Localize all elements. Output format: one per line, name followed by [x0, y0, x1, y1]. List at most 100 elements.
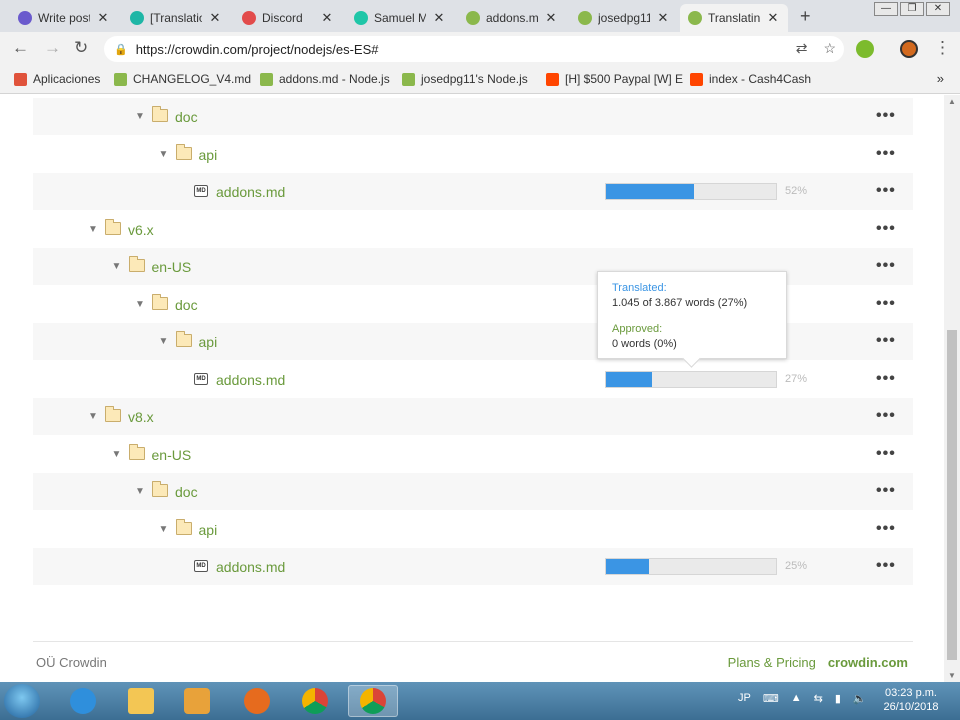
volume-icon[interactable]: 🔈 [853, 692, 867, 705]
folder-row[interactable]: ▼ v8.x ••• [33, 398, 913, 435]
folder-name[interactable]: doc [175, 484, 198, 500]
scroll-down-icon[interactable]: ▼ [948, 671, 956, 680]
folder-name[interactable]: api [199, 147, 218, 163]
start-button[interactable] [4, 684, 40, 718]
taskbar-explorer[interactable] [116, 685, 166, 717]
bookmark-item[interactable]: index - Cash4Cash [690, 72, 811, 86]
more-options-icon[interactable]: ••• [876, 220, 896, 238]
folder-name[interactable]: v6.x [128, 222, 154, 238]
folder-row[interactable]: ▼ doc ••• [33, 98, 913, 135]
scroll-up-icon[interactable]: ▲ [948, 97, 956, 106]
tab-close-icon[interactable]: ✕ [208, 10, 222, 26]
translation-progress-bar[interactable] [605, 558, 777, 575]
file-name[interactable]: addons.md [216, 559, 285, 575]
browser-tab[interactable]: josedpg11 ✕ [570, 4, 678, 32]
folder-name[interactable]: api [199, 334, 218, 350]
bookmark-star-icon[interactable]: ☆ [823, 40, 836, 57]
folder-row[interactable]: ▼ api ••• [33, 511, 913, 548]
expand-arrow-icon[interactable]: ▼ [88, 411, 98, 422]
expand-arrow-icon[interactable]: ▼ [112, 449, 122, 460]
expand-arrow-icon[interactable]: ▼ [135, 299, 145, 310]
tab-close-icon[interactable]: ✕ [320, 10, 334, 26]
more-options-icon[interactable]: ••• [876, 520, 896, 538]
bookmark-item[interactable]: josedpg11's Node.js [402, 72, 528, 86]
folder-name[interactable]: en-US [152, 259, 192, 275]
browser-tab[interactable]: Samuel M ✕ [346, 4, 454, 32]
menu-icon[interactable]: ⋮ [934, 38, 951, 58]
browser-tab[interactable]: [Translatio ✕ [122, 4, 230, 32]
bookmark-item[interactable]: [H] $500 Paypal [W] E [546, 72, 683, 86]
crowdin-brand-link[interactable]: crowdin.com [828, 655, 908, 670]
more-options-icon[interactable]: ••• [876, 482, 896, 500]
signal-icon[interactable]: ▮ [835, 692, 841, 705]
chevron-more-icon[interactable]: » [937, 71, 944, 86]
more-options-icon[interactable]: ••• [876, 557, 896, 575]
browser-tab[interactable]: Write post ✕ [10, 4, 118, 32]
language-indicator[interactable]: JP [738, 692, 751, 705]
browser-tab[interactable]: Discord ✕ [234, 4, 342, 32]
folder-row[interactable]: ▼ api ••• [33, 136, 913, 173]
new-tab-button[interactable]: + [800, 6, 811, 27]
taskbar-media[interactable] [172, 685, 222, 717]
taskbar-firefox[interactable] [232, 685, 282, 717]
expand-arrow-icon[interactable]: ▼ [135, 111, 145, 122]
network-transfer-icon[interactable]: ⇆ [814, 692, 823, 705]
folder-name[interactable]: v8.x [128, 409, 154, 425]
more-options-icon[interactable]: ••• [876, 370, 896, 388]
taskbar-ie[interactable] [58, 685, 108, 717]
minimize-button[interactable]: — [874, 2, 898, 16]
taskbar-clock[interactable]: 03:23 p.m. 26/10/2018 [880, 686, 942, 714]
profile-avatar[interactable] [900, 40, 918, 58]
file-name[interactable]: addons.md [216, 372, 285, 388]
tab-close-icon[interactable]: ✕ [96, 10, 110, 26]
more-options-icon[interactable]: ••• [876, 257, 896, 275]
taskbar-chrome-active[interactable] [348, 685, 398, 717]
expand-arrow-icon[interactable]: ▼ [159, 524, 169, 535]
tab-close-icon[interactable]: ✕ [432, 10, 446, 26]
more-options-icon[interactable]: ••• [876, 295, 896, 313]
expand-arrow-icon[interactable]: ▼ [159, 149, 169, 160]
translate-icon[interactable]: ⇄ [796, 40, 808, 57]
address-bar[interactable]: 🔒 https://crowdin.com/project/nodejs/es-… [104, 36, 844, 62]
bookmark-item[interactable]: CHANGELOG_V4.md [114, 72, 251, 86]
file-row[interactable]: MD addons.md 52% ••• [33, 173, 913, 210]
scrollbar-thumb[interactable] [947, 330, 957, 660]
translation-progress-bar[interactable] [605, 370, 777, 388]
expand-arrow-icon[interactable]: ▼ [112, 261, 122, 272]
extension-icon[interactable] [856, 40, 874, 58]
folder-name[interactable]: doc [175, 297, 198, 313]
folder-row[interactable]: ▼ en-US ••• [33, 436, 913, 473]
expand-arrow-icon[interactable]: ▼ [135, 486, 145, 497]
more-options-icon[interactable]: ••• [876, 107, 896, 125]
tab-close-icon[interactable]: ✕ [766, 10, 780, 26]
tray-expand-icon[interactable]: ▲ [791, 692, 802, 705]
folder-name[interactable]: api [199, 522, 218, 538]
tab-close-icon[interactable]: ✕ [544, 10, 558, 26]
folder-name[interactable]: en-US [152, 447, 192, 463]
more-options-icon[interactable]: ••• [876, 332, 896, 350]
folder-row[interactable]: ▼ doc ••• [33, 473, 913, 510]
back-arrow-icon[interactable]: ← [12, 38, 29, 58]
maximize-button[interactable]: ❐ [900, 2, 924, 16]
file-name[interactable]: addons.md [216, 184, 285, 200]
bookmark-item[interactable]: Aplicaciones [14, 72, 100, 86]
close-window-button[interactable]: ✕ [926, 2, 950, 16]
taskbar-chrome[interactable] [290, 685, 340, 717]
browser-tab[interactable]: Translatin ✕ [680, 4, 788, 32]
file-row[interactable]: MD addons.md 27% ••• [33, 361, 913, 398]
forward-arrow-icon[interactable]: → [44, 38, 61, 58]
more-options-icon[interactable]: ••• [876, 445, 896, 463]
folder-row[interactable]: ▼ v6.x ••• [33, 211, 913, 248]
bookmark-item[interactable]: addons.md - Node.js [260, 72, 390, 86]
reload-icon[interactable]: ↻ [74, 38, 88, 58]
vertical-scrollbar[interactable]: ▲ ▼ [944, 95, 960, 682]
tab-close-icon[interactable]: ✕ [656, 10, 670, 26]
more-options-icon[interactable]: ••• [876, 182, 896, 200]
folder-name[interactable]: doc [175, 109, 198, 125]
translation-progress-bar[interactable] [605, 183, 777, 200]
expand-arrow-icon[interactable]: ▼ [88, 224, 98, 235]
more-options-icon[interactable]: ••• [876, 145, 896, 163]
expand-arrow-icon[interactable]: ▼ [159, 336, 169, 347]
plans-pricing-link[interactable]: Plans & Pricing [728, 655, 816, 670]
keyboard-icon[interactable]: ⌨ [763, 692, 779, 705]
